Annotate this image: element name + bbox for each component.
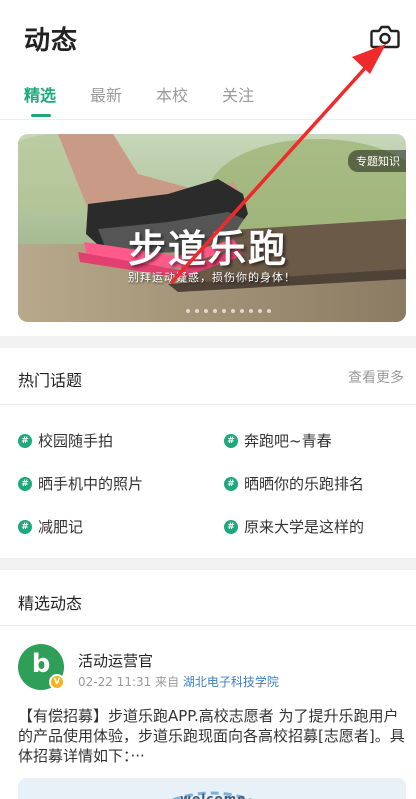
hashtag-icon: # [18,433,32,448]
hashtag-icon: # [18,476,32,491]
section-separator [0,558,416,570]
tab-bar: 精选 最新 本校 关注 [0,78,416,118]
divider [0,119,416,120]
carousel-dots [186,309,271,315]
banner-carousel[interactable]: 专题知识 步道乐跑 别拜运动疑惑，损伤你的身体！ [18,134,406,322]
verified-badge-icon: V [49,674,65,690]
topic-label: 晒手机中的照片 [38,475,144,493]
section-separator [0,336,416,348]
post-image-text: welcome [180,792,247,799]
carousel-dot[interactable] [258,309,262,313]
topic-label: 原来大学是这样的 [244,518,365,536]
topic-item[interactable]: # 减肥记 [18,516,83,537]
topic-item[interactable]: # 奔跑吧~青春 [224,430,332,451]
carousel-dot[interactable] [204,309,208,313]
page-title: 动态 [24,26,79,56]
hashtag-icon: # [224,433,238,448]
banner-title: 步道乐跑 [128,227,289,271]
banner-tag: 专题知识 [348,150,406,172]
tab-featured[interactable]: 精选 [24,82,56,106]
divider [0,625,416,626]
carousel-dot[interactable] [186,309,190,313]
post-image[interactable]: welcome [18,778,406,799]
carousel-dot[interactable] [240,309,244,313]
section-title-featured: 精选动态 [18,594,83,613]
carousel-dot[interactable] [222,309,226,313]
section-title-hot-topics: 热门话题 [18,371,83,390]
carousel-dot[interactable] [267,309,271,313]
topic-item[interactable]: # 晒晒你的乐跑排名 [224,473,364,494]
topic-item[interactable]: # 原来大学是这样的 [224,516,364,537]
carousel-dot[interactable] [213,309,217,313]
carousel-dot[interactable] [195,309,199,313]
topic-label: 减肥记 [38,518,84,536]
tab-following[interactable]: 关注 [222,82,254,106]
topic-label: 奔跑吧~青春 [244,432,332,450]
tab-active-indicator [31,114,51,117]
hashtag-icon: # [224,519,238,534]
see-more-link[interactable]: 查看更多 [348,367,404,387]
topic-label: 校园随手拍 [38,432,114,450]
divider [0,404,416,405]
hashtag-icon: # [224,476,238,491]
carousel-dot[interactable] [231,309,235,313]
banner-subtitle: 别拜运动疑惑，损伤你的身体！ [128,271,296,284]
carousel-dot[interactable] [249,309,253,313]
header: 动态 [0,0,416,75]
tab-latest[interactable]: 最新 [90,82,122,106]
topic-label: 晒晒你的乐跑排名 [244,475,365,493]
tab-my-school[interactable]: 本校 [156,82,188,106]
hashtag-icon: # [18,519,32,534]
camera-icon[interactable] [370,24,400,50]
post-meta: 02-22 11:31 来自 湖北电子科技学院 [78,673,279,690]
post-time: 02-22 11:31 来自 [78,675,180,689]
post-body[interactable]: 【有偿招募】步道乐跑APP.高校志愿者 为了提升乐跑用户的产品使用体验，步道乐跑… [18,706,406,766]
topic-item[interactable]: # 校园随手拍 [18,430,113,451]
author-name[interactable]: 活动运营官 [78,650,153,671]
topic-item[interactable]: # 晒手机中的照片 [18,473,143,494]
school-link[interactable]: 湖北电子科技学院 [183,675,279,689]
